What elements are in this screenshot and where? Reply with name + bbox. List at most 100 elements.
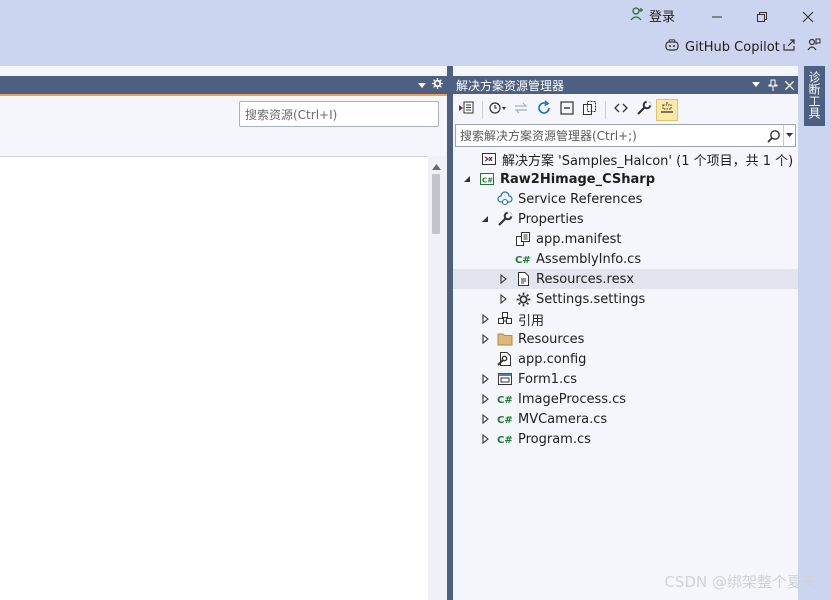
- tree-item[interactable]: 引用: [453, 309, 798, 329]
- solution-icon: [481, 151, 497, 167]
- tree-item-label: Settings.settings: [536, 291, 646, 307]
- form-icon: [497, 371, 513, 387]
- collapse-all-button[interactable]: [556, 99, 578, 121]
- resx-icon: [515, 271, 531, 287]
- wrench-icon: [636, 99, 652, 120]
- tree-item[interactable]: C# Program.cs: [453, 429, 798, 449]
- share-button[interactable]: [776, 36, 802, 58]
- collapsed-arrow-icon[interactable]: [497, 269, 509, 289]
- tree-item-label: Resources.resx: [536, 271, 635, 287]
- person-add-icon: [630, 6, 644, 25]
- tree-item-label: Program.cs: [518, 431, 591, 447]
- collapsed-arrow-icon[interactable]: [479, 429, 491, 449]
- code-brackets-icon: [613, 102, 629, 118]
- preview-selected-items-button[interactable]: [656, 98, 678, 121]
- clock-filter-icon: [489, 101, 507, 119]
- feedback-button[interactable]: [801, 36, 827, 58]
- tree-expander-spacer: [463, 149, 475, 169]
- tree-item[interactable]: Resources: [453, 329, 798, 349]
- csharp-project-icon: C#: [479, 171, 495, 187]
- minimize-button[interactable]: [704, 6, 730, 28]
- solution-search-box[interactable]: 搜索解决方案资源管理器(Ctrl+;): [455, 124, 796, 147]
- solution-search-input[interactable]: 搜索解决方案资源管理器(Ctrl+;): [456, 127, 765, 144]
- close-window-button[interactable]: [795, 6, 821, 28]
- restore-button[interactable]: [749, 6, 775, 28]
- folder-icon: [497, 331, 513, 347]
- search-icon[interactable]: [765, 125, 783, 146]
- view-code-button[interactable]: [610, 99, 632, 121]
- tree-item[interactable]: Settings.settings: [453, 289, 798, 309]
- tree-item-label: app.config: [518, 351, 587, 367]
- tree-item[interactable]: app.config: [453, 349, 798, 369]
- tree-item-label: 解决方案 'Samples_Halcon' (1 个项目，共 1 个): [502, 153, 794, 169]
- tree-item[interactable]: Properties: [453, 209, 798, 229]
- collapsed-arrow-icon[interactable]: [479, 389, 491, 409]
- pin-icon[interactable]: [764, 76, 781, 94]
- svg-text:C#: C#: [482, 177, 493, 185]
- svg-text:C#: C#: [515, 255, 531, 266]
- signin-button[interactable]: 登录: [630, 6, 675, 25]
- svg-text:C#: C#: [497, 395, 513, 406]
- copilot-icon: [664, 38, 680, 56]
- tree-item[interactable]: C# ImageProcess.cs: [453, 389, 798, 409]
- tree-item-label: AssemblyInfo.cs: [536, 251, 642, 267]
- collapsed-arrow-icon[interactable]: [479, 309, 491, 329]
- tree-item[interactable]: C# MVCamera.cs: [453, 409, 798, 429]
- tree-item[interactable]: 解决方案 'Samples_Halcon' (1 个项目，共 1 个): [453, 149, 798, 169]
- resource-search-input[interactable]: 搜索资源(Ctrl+I): [239, 101, 439, 127]
- feedback-person-icon: [807, 38, 821, 56]
- tree-expander-spacer: [479, 189, 491, 209]
- copilot-label: GitHub Copilot: [685, 39, 780, 55]
- toolbar-separator: [482, 100, 483, 119]
- tree-item-label: MVCamera.cs: [518, 411, 608, 427]
- collapsed-arrow-icon[interactable]: [479, 329, 491, 349]
- expanded-arrow-icon[interactable]: [461, 169, 473, 189]
- tree-item[interactable]: Resources.resx: [453, 269, 798, 289]
- show-all-files-button[interactable]: [579, 99, 601, 121]
- collapsed-arrow-icon[interactable]: [479, 409, 491, 429]
- tree-expander-spacer: [479, 349, 491, 369]
- svg-text:C#: C#: [497, 435, 513, 446]
- solution-explorer-title: 解决方案资源管理器: [456, 78, 565, 93]
- refresh-button[interactable]: [533, 99, 555, 121]
- tree-item[interactable]: Form1.cs: [453, 369, 798, 389]
- resource-scrollbar[interactable]: [428, 156, 447, 600]
- pending-changes-filter-button[interactable]: [487, 99, 509, 121]
- dropdown-icon[interactable]: [747, 76, 764, 94]
- tree-item[interactable]: C# AssemblyInfo.cs: [453, 249, 798, 269]
- collapsed-arrow-icon[interactable]: [497, 289, 509, 309]
- show-all-files-icon: [582, 100, 598, 120]
- tree-item-label: Service References: [518, 191, 643, 207]
- tree-expander-spacer: [497, 249, 509, 269]
- references-icon: [497, 311, 513, 327]
- svg-text:C#: C#: [497, 415, 513, 426]
- collapsed-arrow-icon[interactable]: [479, 369, 491, 389]
- expanded-arrow-icon[interactable]: [479, 209, 491, 229]
- tree-item-label: Form1.cs: [518, 371, 578, 387]
- search-options-dropdown[interactable]: [783, 125, 795, 146]
- solution-tree: 解决方案 'Samples_Halcon' (1 个项目，共 1 个) C# Raw…: [453, 149, 798, 600]
- resource-panel: 搜索资源(Ctrl+I): [0, 66, 447, 600]
- scrollbar-thumb[interactable]: [432, 174, 440, 234]
- github-copilot-button[interactable]: GitHub Copilot: [664, 38, 780, 56]
- sync-with-active-document-button[interactable]: [510, 99, 532, 121]
- properties-button[interactable]: [633, 99, 655, 121]
- panel-settings-gear-icon[interactable]: [432, 77, 443, 93]
- switch-views-button[interactable]: [456, 99, 478, 121]
- diagnostic-tools-tab[interactable]: 诊断工具: [804, 66, 825, 126]
- tree-expander-spacer: [497, 229, 509, 249]
- config-icon: [497, 351, 513, 367]
- tree-item[interactable]: C# Raw2Himage_CSharp: [453, 169, 798, 189]
- tree-item[interactable]: Service References: [453, 189, 798, 209]
- scroll-up-arrow-icon[interactable]: [432, 159, 441, 174]
- tree-item[interactable]: app.manifest: [453, 229, 798, 249]
- solution-explorer-header: 解决方案资源管理器: [453, 76, 798, 94]
- close-icon[interactable]: [781, 76, 798, 94]
- side-tab-bar: 诊断工具: [798, 66, 831, 600]
- tree-item-label: 引用: [518, 313, 545, 329]
- toolbar-separator: [605, 100, 606, 119]
- vs-switch-views-icon: [458, 100, 476, 120]
- panel-dropdown-icon[interactable]: [418, 78, 426, 93]
- refresh-icon: [536, 99, 552, 120]
- csharp-file-icon: C#: [497, 431, 513, 447]
